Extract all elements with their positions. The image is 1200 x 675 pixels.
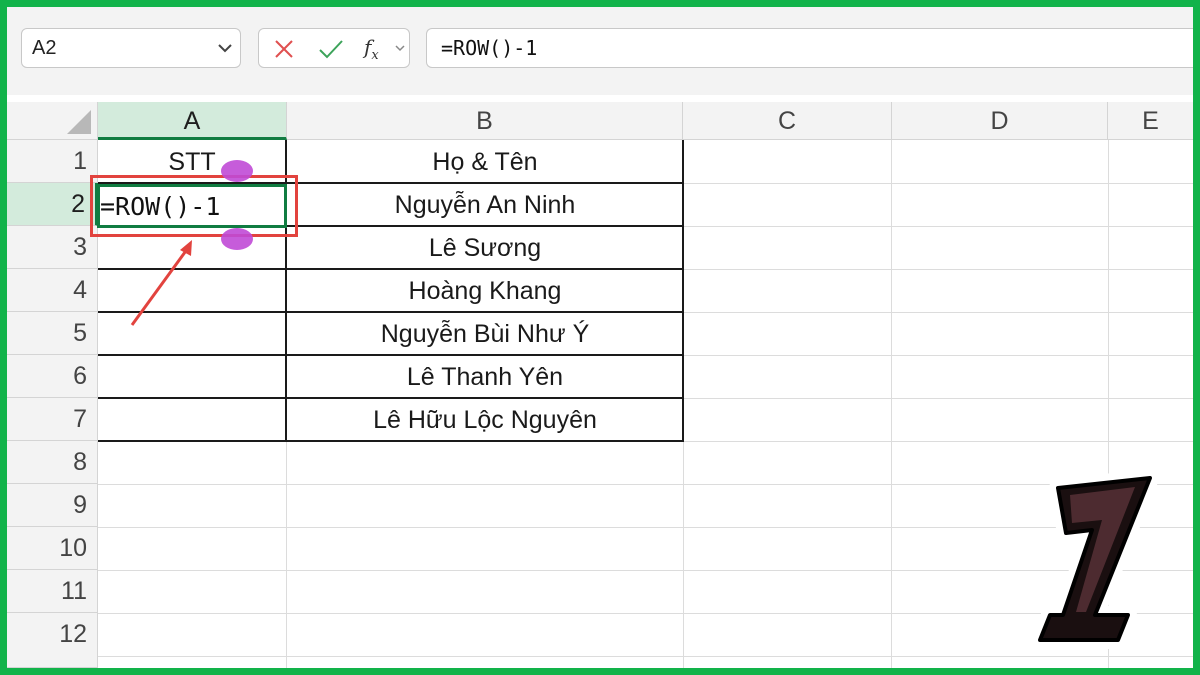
selection-handle-bottom — [221, 228, 253, 250]
badge-number: 1 — [1094, 593, 1099, 602]
selection-handle-top — [221, 160, 253, 182]
red-arrow-icon — [130, 240, 192, 326]
annotation-overlay: 1 — [130, 160, 1159, 649]
number-badge-icon — [1031, 469, 1159, 649]
